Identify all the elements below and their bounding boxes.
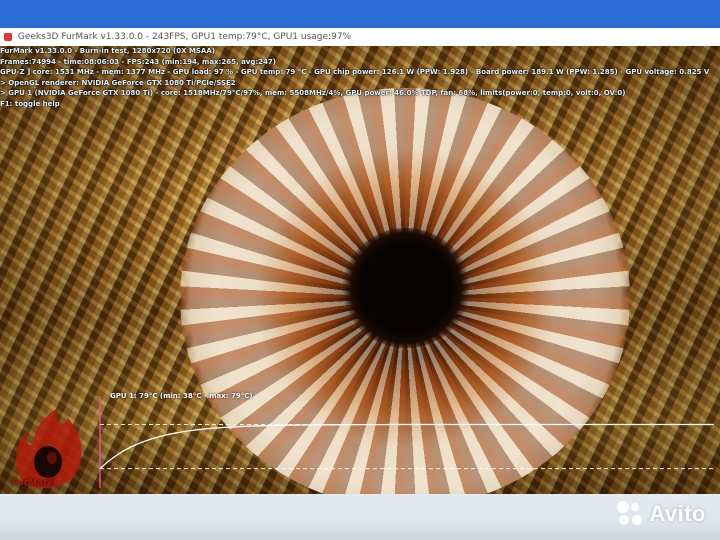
furmark-window[interactable]: Geeks3D FurMark v1.33.0.0 - 243FPS, GPU1…: [0, 28, 720, 494]
overlay-line-title: FurMark v1.33.0.0 - Burn-in test, 1280x7…: [0, 47, 215, 55]
stats-overlay: FurMark v1.33.0.0 - Burn-in test, 1280x7…: [0, 46, 720, 109]
avito-logo-icon: [617, 501, 643, 527]
window-titlebar[interactable]: Geeks3D FurMark v1.33.0.0 - 243FPS, GPU1…: [0, 28, 720, 47]
overlay-line-gpu1: > GPU 1 (NVIDIA GeForce GTX 1080 Ti) - c…: [0, 89, 626, 97]
fur-eye-pupil: [342, 228, 470, 348]
avito-watermark: Avito: [617, 500, 706, 528]
temperature-graph-label: GPU 1: 79°C (min: 38°C - max: 79°C): [110, 392, 253, 400]
graph-temperature-line: [99, 423, 714, 470]
furmark-logo-text: FurMark: [12, 478, 54, 488]
temperature-graph-svg: [99, 396, 716, 488]
avito-watermark-text: Avito: [649, 501, 706, 526]
overlay-line-frames: Frames:74994 - time:08:06:03 - FPS:243 (…: [0, 57, 276, 66]
furmark-app-icon: [4, 32, 12, 41]
overlay-line-renderer: > OpenGL renderer: NVIDIA GeForce GTX 10…: [0, 78, 236, 87]
temperature-graph: GPU 1: 79°C (min: 38°C - max: 79°C): [98, 388, 718, 494]
overlay-line-help: F1: toggle help: [0, 99, 60, 108]
desktop-lower-area: [0, 490, 720, 540]
furmark-logo-icon: [16, 408, 82, 488]
overlay-line-gpuz: GPU-Z ] core: 1531 MHz - mem: 1377 MHz -…: [0, 68, 710, 76]
window-title: Geeks3D FurMark v1.33.0.0 - 243FPS, GPU1…: [17, 32, 352, 42]
